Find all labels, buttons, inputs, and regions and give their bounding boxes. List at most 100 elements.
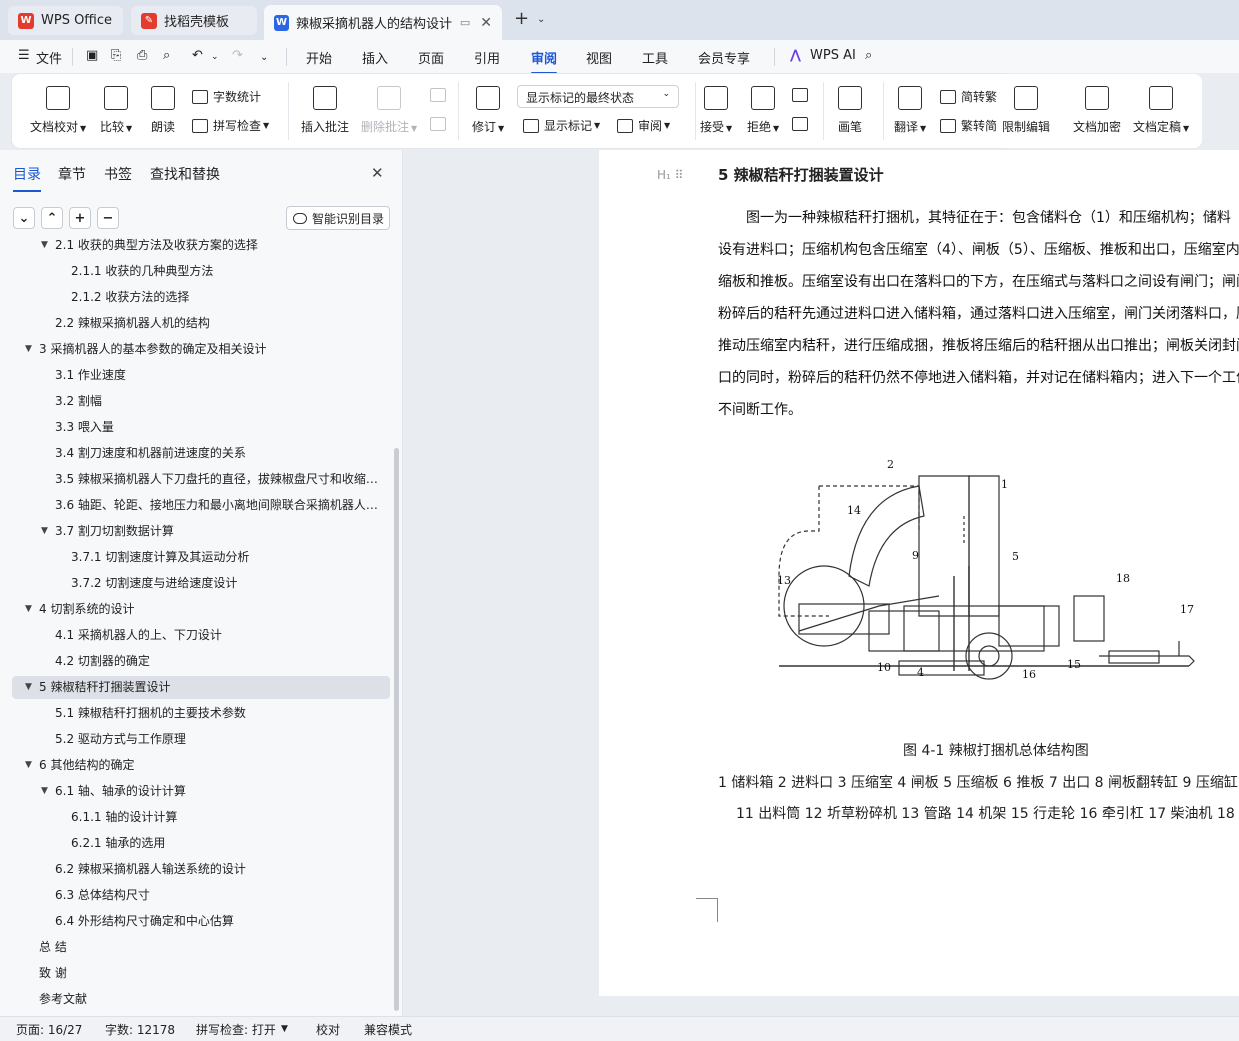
prev-comment-icon[interactable]: [430, 88, 451, 102]
toc-item[interactable]: 6.3 总体结构尺寸: [12, 884, 390, 907]
tab-current-document[interactable]: W 辣椒采摘机器人的结构设计 毕 ▭ ✕: [264, 5, 502, 40]
expand-arrow-icon[interactable]: ▼: [25, 598, 32, 621]
next-comment-icon[interactable]: [430, 117, 451, 131]
menu-references[interactable]: 引用: [474, 48, 500, 67]
restrict-edit-button[interactable]: 限制编辑: [1002, 86, 1050, 135]
tab-chapters[interactable]: 章节: [58, 164, 86, 184]
tab-wps-office[interactable]: W WPS Office: [8, 6, 123, 35]
heading-marker-icon[interactable]: H₁ ⠿: [657, 168, 683, 182]
read-aloud-button[interactable]: 朗读: [151, 86, 175, 135]
close-panel-icon[interactable]: ✕: [371, 164, 384, 182]
toc-item[interactable]: 2.1.2 收获方法的选择: [12, 286, 390, 309]
toc-item[interactable]: 总 结: [12, 936, 390, 959]
spell-check-button[interactable]: 拼写检查 ▼: [192, 117, 269, 134]
compare-button[interactable]: 比较 ▼: [100, 86, 132, 135]
markup-state-select[interactable]: 显示标记的最终状态 ⌄: [517, 85, 679, 108]
insert-comment-button[interactable]: 插入批注: [301, 86, 349, 135]
more-chevron-icon[interactable]: ⌄: [260, 52, 268, 63]
collapse-minus-icon[interactable]: −: [97, 207, 119, 229]
toc-item[interactable]: 6.2.1 轴承的选用: [12, 832, 390, 855]
print-preview-icon[interactable]: ⌕: [163, 48, 170, 63]
toc-item[interactable]: 参考文献: [12, 988, 390, 1008]
finalize-button[interactable]: 文档定稿 ▼: [1133, 86, 1189, 135]
hamburger-icon[interactable]: ☰: [18, 48, 30, 63]
toc-item[interactable]: ▼ 2.1 收获的典型方法及收获方案的选择: [12, 238, 390, 257]
toc-item[interactable]: 3.2 割幅: [12, 390, 390, 413]
menu-page[interactable]: 页面: [418, 48, 444, 67]
next-change-icon[interactable]: [792, 117, 813, 131]
undo-icon[interactable]: ↶: [192, 48, 203, 63]
toc-item[interactable]: 3.6 轴距、轮距、接地压力和最小离地间隙联合采摘机器人的确定: [12, 494, 390, 517]
toc-item[interactable]: ▼ 6.1 轴、轴承的设计计算: [12, 780, 390, 803]
tab-bookmarks[interactable]: 书签: [104, 164, 132, 184]
share-icon[interactable]: ⎘: [111, 48, 121, 63]
toc-item[interactable]: 4.1 采摘机器人的上、下刀设计: [12, 624, 390, 647]
proofread-status[interactable]: 校对: [316, 1021, 340, 1038]
toc-item[interactable]: 3.7.1 切割速度计算及其运动分析: [12, 546, 390, 569]
new-tab-icon[interactable]: +: [514, 8, 529, 29]
expand-arrow-icon[interactable]: ▼: [41, 238, 48, 257]
pen-button[interactable]: 画笔: [838, 86, 862, 135]
redo-icon[interactable]: ↷: [232, 48, 243, 63]
spell-check-status[interactable]: 拼写检查: 打开: [196, 1021, 276, 1038]
menu-review[interactable]: 审阅: [531, 48, 558, 74]
document-page[interactable]: H₁ ⠿ 5 辣椒秸秆打捆装置设计 图一为一种辣椒秸秆打捆机，其特征在于：包含储…: [599, 150, 1239, 996]
encrypt-button[interactable]: 文档加密: [1073, 86, 1121, 135]
expand-arrow-icon[interactable]: ▼: [41, 520, 48, 543]
page-indicator[interactable]: 页面: 16/27: [16, 1021, 82, 1038]
print-icon[interactable]: ⎙: [137, 48, 147, 63]
expand-arrow-icon[interactable]: ▼: [25, 754, 32, 777]
word-count-button[interactable]: 字数统计: [192, 88, 261, 105]
doc-check-button[interactable]: 文档校对 ▼: [30, 86, 86, 135]
toc-item[interactable]: 3.4 割刀速度和机器前进速度的关系: [12, 442, 390, 465]
toc-item[interactable]: 5.2 驱动方式与工作原理: [12, 728, 390, 751]
menu-insert[interactable]: 插入: [362, 48, 388, 67]
undo-chevron-icon[interactable]: ⌄: [211, 52, 219, 62]
reject-button[interactable]: 拒绝 ▼: [747, 86, 779, 135]
toc-item[interactable]: 5.1 辣椒秸秆打捆机的主要技术参数: [12, 702, 390, 725]
toc-item[interactable]: 4.2 切割器的确定: [12, 650, 390, 673]
collapse-chevron-down-icon[interactable]: ⌄: [13, 207, 35, 229]
expand-plus-icon[interactable]: +: [69, 207, 91, 229]
menu-view[interactable]: 视图: [586, 48, 612, 67]
menu-member[interactable]: 会员专享: [698, 48, 750, 67]
trad-to-simp-button[interactable]: 繁转简: [940, 117, 997, 134]
accept-button[interactable]: 接受 ▼: [700, 86, 732, 135]
toc-item[interactable]: ▼ 4 切割系统的设计: [12, 598, 390, 621]
toc-item[interactable]: 3.3 喂入量: [12, 416, 390, 439]
toc-item[interactable]: 3.1 作业速度: [12, 364, 390, 387]
delete-comment-button[interactable]: 删除批注 ▼: [361, 86, 417, 135]
toc-item[interactable]: 3.5 辣椒采摘机器人下刀盘托的直径，拔辣椒盘尺寸和收缩罩的确定: [12, 468, 390, 491]
toc-item[interactable]: ▼ 5 辣椒秸秆打捆装置设计: [12, 676, 390, 699]
expand-arrow-icon[interactable]: ▼: [25, 676, 32, 699]
track-changes-button[interactable]: 修订 ▼: [472, 86, 504, 135]
toc-item[interactable]: 2.2 辣椒采摘机器人机的结构: [12, 312, 390, 335]
panel-scrollbar[interactable]: [394, 448, 399, 1011]
toc-item[interactable]: 6.4 外形结构尺寸确定和中心估算: [12, 910, 390, 933]
show-markup-button[interactable]: 显示标记 ▼: [523, 117, 600, 134]
menu-wps-ai[interactable]: WPS AI: [810, 48, 856, 63]
toc-item[interactable]: ▼ 3 采摘机器人的基本参数的确定及相关设计: [12, 338, 390, 361]
wps-ai-icon[interactable]: ⋀: [790, 48, 801, 63]
menu-tools[interactable]: 工具: [642, 48, 668, 67]
toc-item[interactable]: 2.1.1 收获的几种典型方法: [12, 260, 390, 283]
translate-button[interactable]: 翻译 ▼: [894, 86, 926, 135]
tab-docer-templates[interactable]: ✎ 找稻壳模板: [131, 6, 257, 35]
menu-file[interactable]: 文件: [36, 48, 62, 67]
toc-item[interactable]: ▼ 3.7 割刀切割数据计算: [12, 520, 390, 543]
search-icon[interactable]: ⌕: [865, 48, 872, 63]
toc-item[interactable]: 6.2 辣椒采摘机器人输送系统的设计: [12, 858, 390, 881]
close-tab-icon[interactable]: ✕: [480, 15, 492, 31]
toc-item[interactable]: 3.7.2 切割速度与进给速度设计: [12, 572, 390, 595]
tab-list-chevron-icon[interactable]: ⌄: [537, 14, 545, 25]
simp-to-trad-button[interactable]: 简转繁: [940, 88, 997, 105]
toc-item[interactable]: 6.1.1 轴的设计计算: [12, 806, 390, 829]
review-pane-button[interactable]: 审阅 ▼: [617, 117, 670, 134]
chevron-up-icon[interactable]: ⌃: [41, 207, 63, 229]
chevron-down-icon[interactable]: ▼: [281, 1024, 288, 1034]
toc-item[interactable]: ▼ 6 其他结构的确定: [12, 754, 390, 777]
prev-change-icon[interactable]: [792, 88, 813, 102]
expand-arrow-icon[interactable]: ▼: [25, 338, 32, 361]
save-icon[interactable]: ▣: [86, 48, 98, 63]
menu-home[interactable]: 开始: [306, 48, 332, 67]
